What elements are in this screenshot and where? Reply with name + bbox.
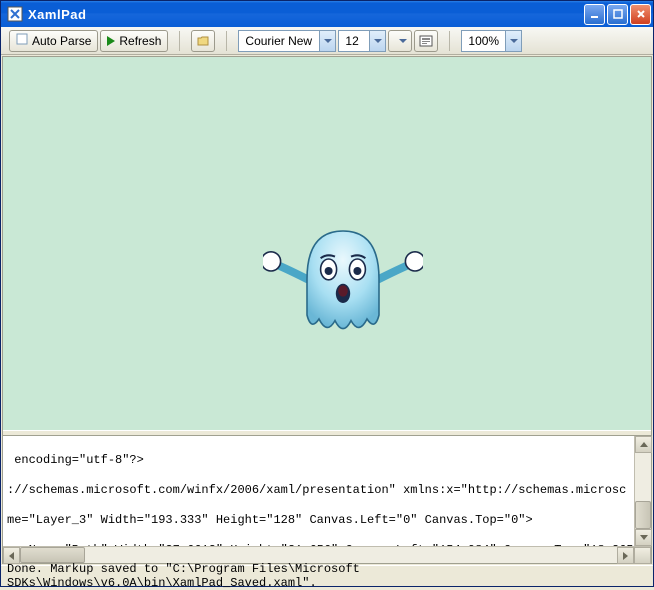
scroll-track[interactable] [635, 453, 651, 529]
code-line: ://schemas.microsoft.com/winfx/2006/xaml… [7, 483, 647, 498]
layout-split-button[interactable] [388, 30, 412, 52]
chevron-down-icon [640, 535, 648, 540]
layout-single-button[interactable] [414, 30, 438, 52]
chevron-left-icon [9, 552, 14, 560]
system-buttons [584, 4, 651, 25]
scroll-thumb[interactable] [635, 501, 651, 529]
code-editor[interactable]: encoding="utf-8"?> ://schemas.microsoft.… [3, 436, 651, 546]
scroll-down-button[interactable] [635, 529, 652, 546]
chevron-up-icon [640, 442, 648, 447]
refresh-button[interactable]: Refresh [100, 30, 168, 52]
checkbox-toggle-icon [16, 33, 28, 48]
close-button[interactable] [630, 4, 651, 25]
zoom-select[interactable]: 100% [461, 30, 522, 52]
layout-single-icon [419, 35, 433, 47]
rendered-ghost-graphic [263, 222, 423, 352]
scroll-up-button[interactable] [635, 436, 652, 453]
maximize-button[interactable] [607, 4, 628, 25]
refresh-label: Refresh [119, 34, 161, 48]
toolbar-separator [226, 31, 227, 51]
play-icon [107, 36, 115, 46]
code-pane: encoding="utf-8"?> ://schemas.microsoft.… [3, 436, 651, 563]
status-text: Done. Markup saved to "C:\Program Files\… [7, 562, 647, 590]
titlebar[interactable]: XamlPad [1, 1, 653, 27]
open-folder-icon [196, 34, 210, 48]
body-area: encoding="utf-8"?> ://schemas.microsoft.… [2, 56, 652, 564]
scroll-thumb[interactable] [20, 547, 85, 563]
scroll-right-button[interactable] [617, 547, 634, 564]
toolbar: Auto Parse Refresh Courier New 12 [1, 27, 653, 55]
dropdown-arrow-icon[interactable] [505, 31, 521, 51]
font-size-select[interactable]: 12 [338, 30, 386, 52]
code-line: me="Layer_3" Width="193.333" Height="128… [7, 513, 647, 528]
open-file-button[interactable] [191, 30, 215, 52]
scroll-left-button[interactable] [3, 547, 20, 564]
zoom-value: 100% [462, 34, 505, 48]
scroll-track[interactable] [20, 547, 617, 563]
app-icon [7, 6, 23, 22]
window-title: XamlPad [28, 7, 584, 22]
minimize-button[interactable] [584, 4, 605, 25]
font-select-value: Courier New [239, 34, 319, 48]
app-window: XamlPad Auto Parse Refresh [0, 0, 654, 587]
chevron-right-icon [623, 552, 628, 560]
dropdown-arrow-icon[interactable] [319, 31, 335, 51]
auto-parse-button[interactable]: Auto Parse [9, 30, 98, 52]
code-line: encoding="utf-8"?> [7, 453, 647, 468]
chevron-down-icon [399, 39, 407, 43]
vertical-scrollbar[interactable] [634, 436, 651, 546]
font-select[interactable]: Courier New [238, 30, 336, 52]
font-size-value: 12 [339, 34, 369, 48]
auto-parse-label: Auto Parse [32, 34, 91, 48]
scroll-corner [634, 547, 651, 564]
toolbar-separator [179, 31, 180, 51]
preview-pane[interactable] [3, 57, 651, 430]
toolbar-separator [449, 31, 450, 51]
statusbar: Done. Markup saved to "C:\Program Files\… [1, 565, 653, 586]
horizontal-scrollbar[interactable] [3, 546, 651, 563]
dropdown-arrow-icon[interactable] [369, 31, 385, 51]
